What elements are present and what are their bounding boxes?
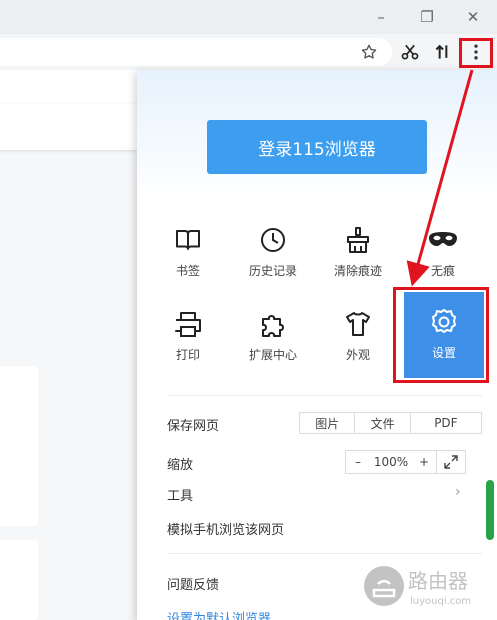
zoom-control: – 100% +: [345, 450, 466, 474]
close-button[interactable]: ✕: [456, 4, 490, 30]
menu-item-label: 扩展中心: [248, 348, 297, 362]
menu-item-extensions[interactable]: 扩展中心: [234, 300, 312, 378]
minimize-button[interactable]: –: [364, 4, 398, 30]
zoom-in-button[interactable]: +: [412, 451, 436, 473]
page-header: [0, 104, 137, 150]
save-page-label: 保存网页: [167, 419, 220, 434]
set-default-browser-link[interactable]: 设置为默认浏览器: [167, 608, 271, 620]
close-icon: ✕: [466, 8, 480, 26]
star-icon[interactable]: [357, 40, 381, 64]
shirt-icon: [342, 308, 374, 340]
chevron-right-icon: ›: [455, 484, 461, 500]
watermark-title: 路由器: [408, 569, 468, 593]
login-button[interactable]: 登录115浏览器: [207, 120, 427, 174]
mobile-emulation-item[interactable]: 模拟手机浏览该网页: [167, 519, 284, 538]
menu-item-label: 历史记录: [248, 264, 297, 278]
menu-item-label: 无痕: [430, 264, 455, 278]
book-icon: [172, 224, 204, 256]
mask-icon: [427, 224, 459, 256]
login-label: 登录115浏览器: [258, 139, 376, 160]
page-topbar: [0, 70, 137, 105]
scissors-icon[interactable]: [398, 40, 422, 64]
watermark-subtitle: luyouqi.com: [410, 596, 471, 607]
menu-item-incognito[interactable]: 无痕: [404, 216, 482, 294]
save-page-options: 图片 文件 PDF: [299, 412, 482, 434]
menu-item-label: 外观: [345, 348, 370, 362]
page-card: [0, 366, 38, 526]
puzzle-icon: [257, 308, 289, 340]
watermark-logo: 路由器 luyouqi.com: [362, 560, 492, 612]
broom-icon: [342, 224, 374, 256]
menu-button-highlight: [459, 38, 493, 68]
menu-item-label: 书签: [175, 264, 200, 278]
zoom-value: 100%: [373, 455, 409, 469]
scrollbar-indicator[interactable]: [486, 480, 494, 540]
feedback-item[interactable]: 问题反馈: [167, 574, 219, 593]
menu-item-bookmarks[interactable]: 书签: [149, 216, 227, 294]
restore-button[interactable]: ❐: [410, 4, 444, 30]
save-as-image-button[interactable]: 图片: [300, 413, 356, 433]
printer-icon: [172, 308, 204, 340]
fullscreen-icon[interactable]: [436, 451, 465, 473]
menu-item-history[interactable]: 历史记录: [234, 216, 312, 294]
menu-item-clear-traces[interactable]: 清除痕迹: [319, 216, 397, 294]
menu-item-label: 清除痕迹: [333, 264, 382, 278]
page-card: [0, 540, 38, 620]
zoom-label: 缩放: [167, 458, 194, 473]
restore-icon: ❐: [420, 8, 434, 26]
menu-item-print[interactable]: 打印: [149, 300, 227, 378]
divider: [167, 395, 482, 396]
transfer-icon[interactable]: [431, 40, 455, 64]
clock-icon: [257, 224, 289, 256]
window-titlebar: – ❐ ✕: [0, 0, 497, 34]
save-as-pdf-button[interactable]: PDF: [411, 413, 481, 433]
settings-highlight: [393, 287, 489, 383]
save-as-file-button[interactable]: 文件: [355, 413, 411, 433]
address-bar[interactable]: [0, 38, 392, 66]
divider: [167, 553, 482, 554]
menu-item-appearance[interactable]: 外观: [319, 300, 397, 378]
tools-label[interactable]: 工具: [167, 485, 193, 504]
zoom-out-button[interactable]: –: [346, 451, 370, 473]
minimize-icon: –: [377, 8, 385, 26]
menu-item-label: 打印: [175, 348, 200, 362]
browser-menu: 登录115浏览器 书签 历史记录 清除痕迹 无痕 打印 扩展中心 外观 设置 保…: [137, 70, 497, 620]
